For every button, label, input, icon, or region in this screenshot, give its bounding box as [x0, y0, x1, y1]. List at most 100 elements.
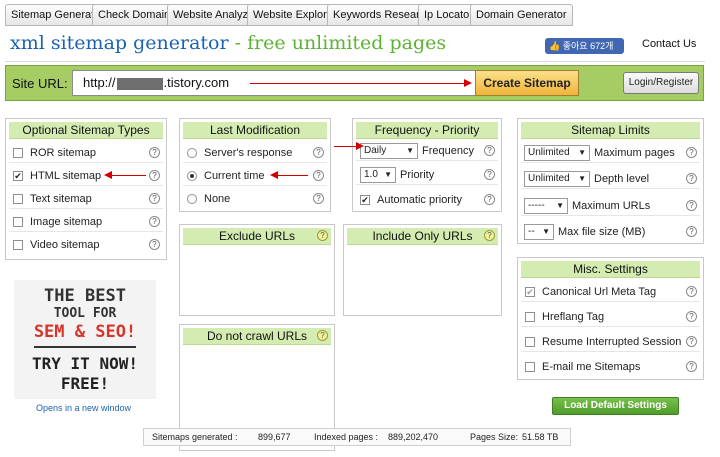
- ror-sitemap-row[interactable]: ROR sitemap ?: [9, 143, 163, 163]
- maximum-pages-select[interactable]: Unlimited ▼: [524, 145, 590, 161]
- current-time-row[interactable]: Current time ?: [183, 166, 327, 186]
- auto-priority-label: Automatic priority: [377, 194, 462, 206]
- misc-settings-title: Misc. Settings: [521, 261, 700, 278]
- image-sitemap-row[interactable]: Image sitemap ?: [9, 212, 163, 232]
- priority-label: Priority: [400, 169, 435, 181]
- help-icon[interactable]: ?: [313, 147, 324, 158]
- html-sitemap-row[interactable]: ✔ HTML sitemap ?: [9, 166, 163, 186]
- maximum-urls-row: ----- ▼ Maximum URLs ?: [521, 196, 700, 216]
- hreflang-checkbox[interactable]: [525, 312, 535, 322]
- text-sitemap-row[interactable]: Text sitemap ?: [9, 189, 163, 209]
- video-sitemap-checkbox[interactable]: [13, 240, 23, 250]
- exclude-urls-title-text: Exclude URLs: [218, 229, 296, 243]
- exclude-urls-panel: Exclude URLs?: [179, 224, 335, 316]
- maximum-urls-select[interactable]: ----- ▼: [524, 198, 568, 214]
- chevron-down-icon: ▼: [578, 148, 586, 157]
- sitemap-limits-panel: Sitemap Limits Unlimited ▼ Maximum pages …: [517, 118, 704, 244]
- frequency-value: Daily: [364, 145, 387, 156]
- resume-session-checkbox[interactable]: [525, 337, 535, 347]
- thumbs-up-icon: 👍: [549, 41, 561, 51]
- ror-sitemap-checkbox[interactable]: [13, 148, 23, 158]
- canonical-checkbox[interactable]: ✔: [525, 287, 535, 297]
- chevron-down-icon: ▼: [406, 146, 414, 155]
- create-sitemap-button[interactable]: Create Sitemap: [475, 70, 579, 96]
- none-row[interactable]: None ?: [183, 189, 327, 209]
- hreflang-row[interactable]: Hreflang Tag ?: [521, 307, 700, 327]
- include-only-urls-textarea[interactable]: [347, 247, 498, 312]
- video-sitemap-label: Video sitemap: [30, 239, 100, 251]
- auto-priority-row[interactable]: ✔ Automatic priority ?: [356, 190, 498, 210]
- title-main: xml sitemap generator: [10, 32, 229, 54]
- indexed-pages-label: Indexed pages :: [314, 432, 379, 442]
- ror-sitemap-label: ROR sitemap: [30, 147, 97, 159]
- depth-level-value: Unlimited: [528, 173, 570, 184]
- do-not-crawl-urls-title: Do not crawl URLs?: [183, 328, 331, 345]
- exclude-urls-title: Exclude URLs?: [183, 228, 331, 245]
- help-icon[interactable]: ?: [686, 173, 697, 184]
- help-icon[interactable]: ?: [317, 330, 328, 341]
- help-icon[interactable]: ?: [484, 230, 495, 241]
- none-label: None: [204, 193, 231, 205]
- help-icon[interactable]: ?: [149, 170, 160, 181]
- video-sitemap-row[interactable]: Video sitemap ?: [9, 235, 163, 255]
- help-icon[interactable]: ?: [686, 311, 697, 322]
- canonical-row[interactable]: ✔ Canonical Url Meta Tag ?: [521, 282, 700, 302]
- priority-select[interactable]: 1.0 ▼: [360, 167, 396, 183]
- exclude-urls-textarea[interactable]: [183, 247, 331, 312]
- html-sitemap-checkbox[interactable]: ✔: [13, 171, 23, 181]
- servers-response-radio[interactable]: [187, 148, 197, 158]
- help-icon[interactable]: ?: [149, 193, 160, 204]
- help-icon[interactable]: ?: [313, 193, 324, 204]
- help-icon[interactable]: ?: [484, 194, 495, 205]
- help-icon[interactable]: ?: [686, 200, 697, 211]
- last-modification-title: Last Modification: [183, 122, 327, 139]
- frequency-row: Daily ▼ Frequency ?: [356, 141, 498, 161]
- servers-response-row[interactable]: Server's response ?: [183, 143, 327, 163]
- title-sub: free unlimited pages: [247, 32, 447, 54]
- promo-banner[interactable]: THE BEST TOOL FOR SEM & SEO! TRY IT NOW!…: [14, 280, 156, 399]
- help-icon[interactable]: ?: [484, 169, 495, 180]
- site-url-label: Site URL:: [12, 76, 68, 91]
- depth-level-label: Depth level: [594, 173, 650, 185]
- maximum-urls-value: -----: [528, 200, 545, 211]
- help-icon[interactable]: ?: [686, 147, 697, 158]
- chevron-down-icon: ▼: [384, 170, 392, 179]
- image-sitemap-checkbox[interactable]: [13, 217, 23, 227]
- none-radio[interactable]: [187, 194, 197, 204]
- optional-sitemap-types-panel: Optional Sitemap Types ROR sitemap ? ✔ H…: [5, 118, 167, 260]
- help-icon[interactable]: ?: [313, 170, 324, 181]
- login-register-button[interactable]: Login/Register: [623, 72, 699, 94]
- tab-domain-generator[interactable]: Domain Generator: [470, 4, 573, 26]
- sitemaps-generated-label: Sitemaps generated :: [152, 432, 238, 442]
- resume-session-row[interactable]: Resume Interrupted Session ?: [521, 332, 700, 352]
- load-default-settings-button[interactable]: Load Default Settings: [552, 397, 679, 415]
- help-icon[interactable]: ?: [149, 216, 160, 227]
- html-sitemap-label: HTML sitemap: [30, 170, 102, 182]
- include-only-urls-panel: Include Only URLs?: [343, 224, 502, 316]
- text-sitemap-label: Text sitemap: [30, 193, 92, 205]
- help-icon[interactable]: ?: [686, 336, 697, 347]
- help-icon[interactable]: ?: [484, 145, 495, 156]
- help-icon[interactable]: ?: [149, 239, 160, 250]
- current-time-radio[interactable]: [187, 171, 197, 181]
- promo-divider: [34, 346, 136, 348]
- help-icon[interactable]: ?: [686, 286, 697, 297]
- facebook-like-button[interactable]: 👍 좋아요 672개: [545, 38, 624, 54]
- optional-sitemap-types-title: Optional Sitemap Types: [9, 122, 163, 139]
- fb-like-label: 좋아요 672개: [562, 41, 614, 51]
- help-icon[interactable]: ?: [686, 226, 697, 237]
- auto-priority-checkbox[interactable]: ✔: [360, 195, 370, 205]
- email-sitemaps-row[interactable]: E-mail me Sitemaps ?: [521, 357, 700, 377]
- help-icon[interactable]: ?: [149, 147, 160, 158]
- pages-size-label: Pages Size:: [470, 432, 519, 442]
- contact-us-link[interactable]: Contact Us: [642, 38, 696, 50]
- depth-level-select[interactable]: Unlimited ▼: [524, 171, 590, 187]
- help-icon[interactable]: ?: [317, 230, 328, 241]
- frequency-select[interactable]: Daily ▼: [360, 143, 418, 159]
- help-icon[interactable]: ?: [686, 361, 697, 372]
- max-file-size-select[interactable]: -- ▼: [524, 224, 554, 240]
- text-sitemap-checkbox[interactable]: [13, 194, 23, 204]
- frequency-priority-panel: Frequency - Priority Daily ▼ Frequency ? …: [352, 118, 502, 212]
- email-sitemaps-checkbox[interactable]: [525, 362, 535, 372]
- chevron-down-icon: ▼: [578, 174, 586, 183]
